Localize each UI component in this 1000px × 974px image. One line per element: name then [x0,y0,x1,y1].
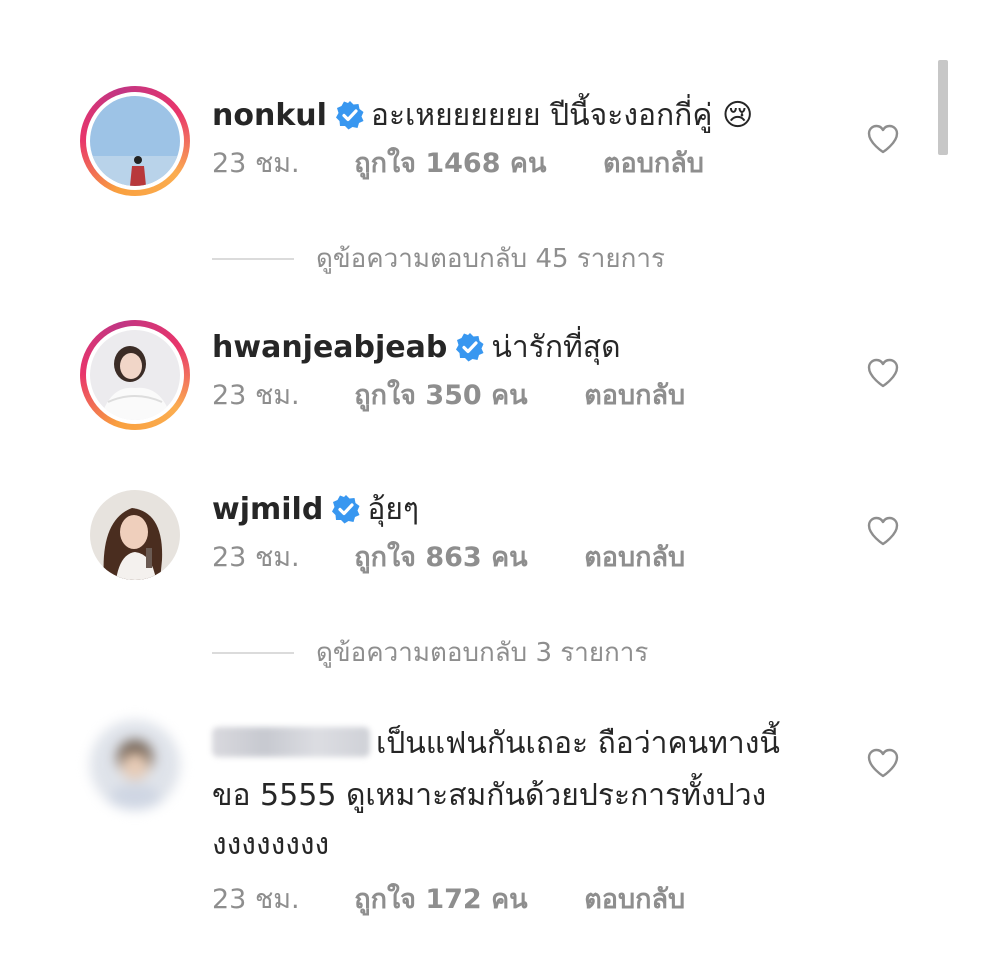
verified-badge-icon [335,101,364,130]
avatar-photo-wjmild [90,490,180,580]
view-replies-button[interactable]: ดูข้อความตอบกลับ 3 รายการ [212,632,648,673]
avatar[interactable] [90,490,180,580]
reply-button[interactable]: ตอบกลับ [603,146,704,182]
comment-timestamp: 23 ชม. [212,148,300,179]
reply-button[interactable]: ตอบกลับ [584,378,685,414]
comment-timestamp: 23 ชม. [212,380,300,411]
comment-username[interactable]: wjmild [212,492,323,527]
avatar-photo-nonkul [90,96,180,186]
scrollbar-thumb[interactable] [938,60,948,155]
comment-like-count[interactable]: ถูกใจ 172 คน [354,882,527,918]
heart-icon[interactable] [866,746,900,780]
divider-line [212,651,294,654]
comment-text: น่ารักที่สุด [491,330,621,365]
avatar[interactable] [80,86,190,196]
comment-like-count[interactable]: ถูกใจ 1468 คน [354,146,546,182]
comment-timestamp: 23 ชม. [212,542,300,573]
comment-text-line2: ขอ 5555 ดูเหมาะสมกันด้วยประการทั้งปวง [212,778,767,813]
heart-icon[interactable] [866,356,900,390]
comment-text-line1: เป็นแฟนกันเถอะ ถือว่าคนทางนี้ [376,726,780,761]
reply-button[interactable]: ตอบกลับ [584,540,685,576]
comment-username-blurred[interactable] [212,727,370,757]
comment-like-count[interactable]: ถูกใจ 350 คน [354,378,527,414]
heart-icon[interactable] [866,122,900,156]
avatar[interactable] [80,320,190,430]
comment-text-line3: งงงงงงงง [212,827,330,862]
comment-username[interactable]: nonkul [212,98,327,133]
view-replies-button[interactable]: ดูข้อความตอบกลับ 45 รายการ [212,238,665,279]
comment-timestamp: 23 ชม. [212,884,300,915]
avatar-photo-hwanjeabjeab [90,330,180,420]
crying-face-emoji: 😢 [721,98,754,133]
view-replies-label[interactable]: ดูข้อความตอบกลับ 45 รายการ [316,238,665,279]
comment-text: อะเหยยยยยย ปีนี้จะงอกกี่คู่ [370,98,713,133]
heart-icon[interactable] [866,514,900,548]
reply-button[interactable]: ตอบกลับ [584,882,685,918]
comment-username[interactable]: hwanjeabjeab [212,330,447,365]
avatar-photo-blurred [90,720,180,810]
comment-like-count[interactable]: ถูกใจ 863 คน [354,540,527,576]
verified-badge-icon [332,495,360,524]
view-replies-label[interactable]: ดูข้อความตอบกลับ 3 รายการ [316,632,648,673]
avatar[interactable] [90,720,180,810]
verified-badge-icon [456,333,484,362]
divider-line [212,257,294,260]
comment-text: อุ้ยๆ [367,492,420,527]
